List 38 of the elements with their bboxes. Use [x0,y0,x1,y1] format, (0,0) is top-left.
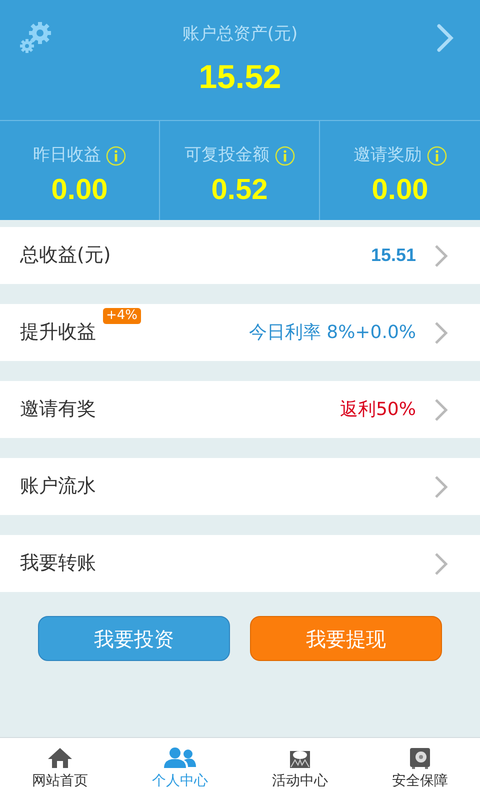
menu-row[interactable]: 邀请有奖 返利50% [0,381,480,438]
info-icon[interactable] [106,146,126,166]
total-assets-label: 账户总资产(元) [182,23,298,46]
safe-icon [409,746,431,768]
chevron-right-icon [434,320,448,344]
total-assets-value: 15.52 [198,56,282,96]
chevron-right-icon[interactable] [436,23,454,53]
menu-label: 邀请有奖 [20,397,96,422]
stat-label: 昨日收益 [33,144,101,167]
home-icon [47,746,73,768]
nav-tab[interactable]: 活动中心 [240,738,360,800]
menu-label: 账户流水 [20,474,96,500]
menu-value: 返利50% [340,398,416,422]
menu-row[interactable]: 总收益(元) 15.51 [0,227,480,284]
menu-row[interactable]: 我要转账 [0,535,480,592]
menu-row[interactable]: 提升收益 +4% 今日利率 8%+0.0% [0,304,480,361]
users-icon [163,746,197,768]
stat-value: 0.00 [51,172,108,208]
chevron-right-icon [434,552,448,576]
menu-value: 今日利率 8%+0.0% [248,321,416,345]
stat-label: 可复投金额 [184,144,270,167]
nav-tab[interactable]: 安全保障 [360,738,480,800]
menu-row[interactable]: 账户流水 [0,458,480,515]
chevron-right-icon [434,244,448,268]
stat-value: 0.52 [211,172,268,208]
menu-label: 总收益(元) [20,243,111,268]
nav-tab[interactable]: 网站首页 [0,738,120,800]
stat-value: 0.00 [372,172,428,208]
menu-label: 我要转账 [20,551,96,576]
menu-label: 提升收益 [20,320,96,346]
info-icon[interactable] [426,146,446,166]
bonus-badge: +4% [103,308,141,324]
chevron-right-icon [434,474,448,498]
info-icon[interactable] [274,146,294,166]
chevron-right-icon [434,398,448,422]
menu-value: 15.51 [370,244,416,267]
stat-label: 邀请奖励 [354,144,422,167]
settings-icon[interactable] [18,20,54,56]
